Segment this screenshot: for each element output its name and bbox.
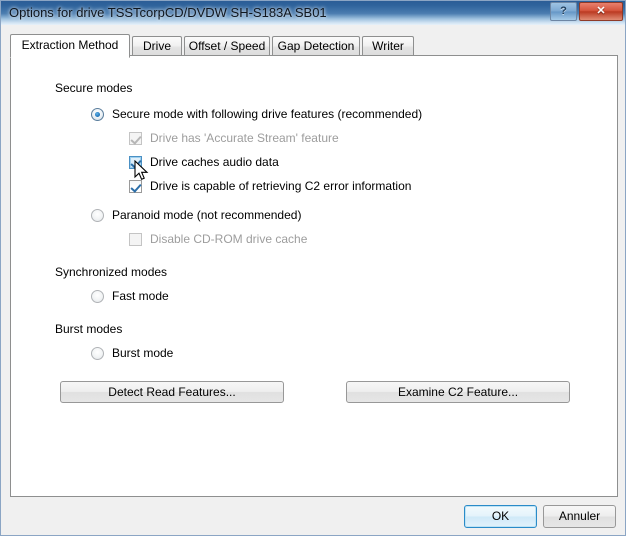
checkbox-indicator (129, 179, 142, 193)
tab-gap-detection[interactable]: Gap Detection (272, 36, 360, 56)
checkbox-indicator (129, 131, 142, 145)
examine-c2-feature-button[interactable]: Examine C2 Feature... (346, 381, 570, 403)
checkbox-accurate-stream-label: Drive has 'Accurate Stream' feature (150, 131, 339, 145)
radio-indicator (91, 346, 104, 360)
radio-indicator (91, 208, 104, 222)
checkbox-c2-error-information-label: Drive is capable of retrieving C2 error … (150, 179, 412, 193)
cancel-button[interactable]: Annuler (543, 505, 616, 528)
tab-extraction-method[interactable]: Extraction Method (10, 34, 130, 58)
checkbox-c2-error-information[interactable]: Drive is capable of retrieving C2 error … (129, 179, 411, 193)
checkbox-drive-caches-audio-data[interactable]: Drive caches audio data (129, 155, 279, 169)
radio-secure-mode-label: Secure mode with following drive feature… (112, 107, 423, 121)
checkbox-disable-cdrom-drive-cache: Disable CD-ROM drive cache (129, 232, 307, 246)
tab-drive[interactable]: Drive (132, 36, 182, 56)
checkbox-accurate-stream: Drive has 'Accurate Stream' feature (129, 131, 339, 145)
radio-paranoid-mode[interactable]: Paranoid mode (not recommended) (91, 208, 301, 222)
radio-fast-mode-label: Fast mode (112, 289, 169, 303)
tab-strip: Extraction Method Drive Offset / Speed G… (10, 34, 618, 58)
checkbox-drive-caches-audio-data-label: Drive caches audio data (150, 155, 279, 169)
close-icon[interactable]: ✕ (579, 2, 623, 21)
group-label-synchronized-modes: Synchronized modes (55, 265, 168, 279)
radio-burst-mode-label: Burst mode (112, 346, 174, 360)
checkbox-indicator (129, 232, 142, 246)
radio-fast-mode[interactable]: Fast mode (91, 289, 169, 303)
radio-secure-mode[interactable]: Secure mode with following drive feature… (91, 107, 422, 121)
window-title: Options for drive TSSTcorpCD/DVDW SH-S18… (9, 5, 327, 20)
group-label-burst-modes: Burst modes (55, 322, 123, 336)
group-label-secure-modes: Secure modes (55, 81, 133, 95)
radio-indicator (91, 107, 104, 121)
title-bar: Options for drive TSSTcorpCD/DVDW SH-S18… (1, 1, 625, 25)
radio-indicator (91, 289, 104, 303)
tab-writer[interactable]: Writer (362, 36, 414, 56)
options-dialog: Options for drive TSSTcorpCD/DVDW SH-S18… (0, 0, 626, 536)
radio-paranoid-mode-label: Paranoid mode (not recommended) (112, 208, 302, 222)
radio-burst-mode[interactable]: Burst mode (91, 346, 173, 360)
tab-offset-speed[interactable]: Offset / Speed (184, 36, 270, 56)
checkbox-disable-cdrom-drive-cache-label: Disable CD-ROM drive cache (150, 232, 308, 246)
checkbox-indicator (129, 155, 142, 169)
help-button[interactable]: ? (550, 2, 577, 21)
detect-read-features-button[interactable]: Detect Read Features... (60, 381, 284, 403)
extraction-method-panel: Secure modes Secure mode with following … (10, 55, 618, 497)
ok-button[interactable]: OK (464, 505, 537, 528)
